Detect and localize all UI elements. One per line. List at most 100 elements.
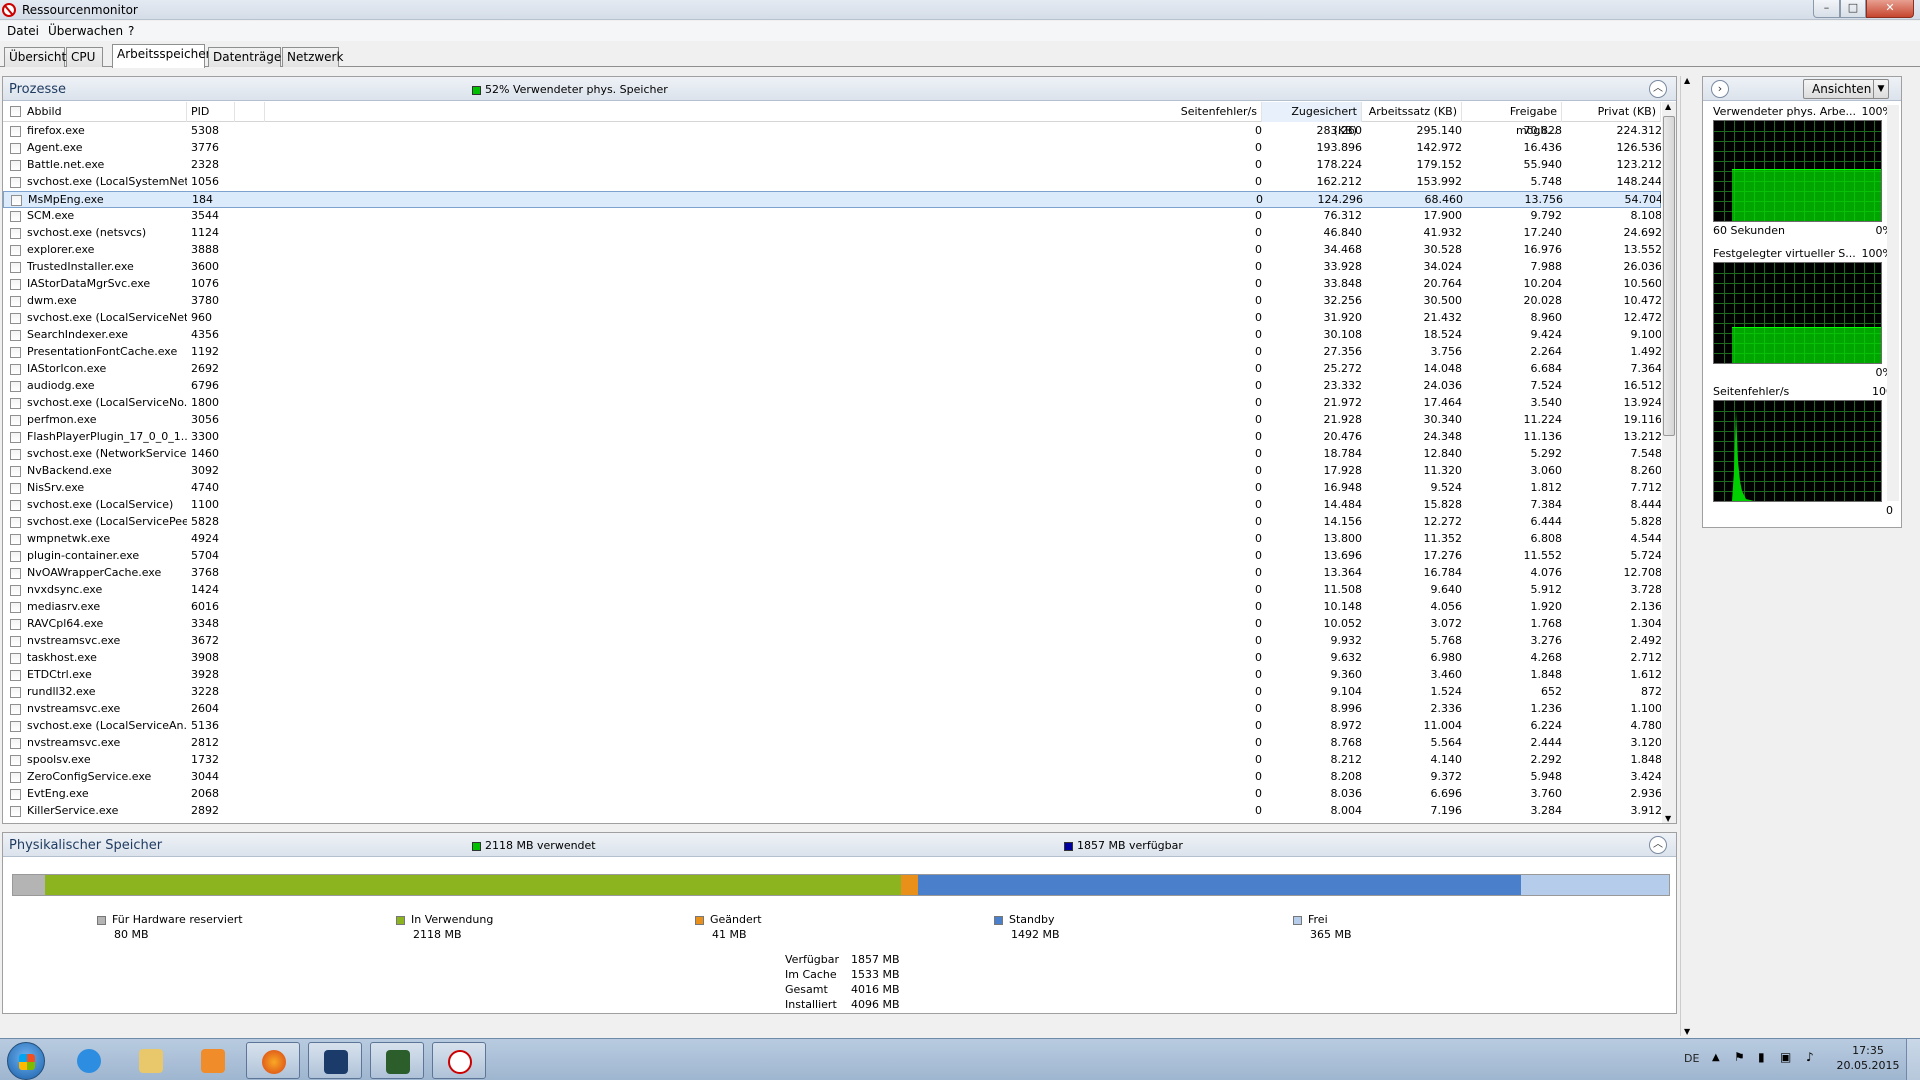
row-checkbox[interactable] [10,500,21,511]
table-row[interactable]: explorer.exe 3888 0 34.468 30.528 16.976 13.55… [3,242,1661,259]
collapse-processes-button[interactable]: ︿ [1649,80,1667,98]
row-checkbox[interactable] [10,789,21,800]
scroll-down-arrow-icon[interactable]: ▼ [1684,1027,1690,1036]
row-checkbox[interactable] [10,296,21,307]
table-row[interactable]: svchost.exe (LocalServiceNet... 960 0 31.92… [3,310,1661,327]
row-checkbox[interactable] [10,313,21,324]
table-row[interactable]: wmpnetwk.exe 4924 0 13.800 11.352 6.808 4.544 [3,531,1661,548]
menu-datei[interactable]: Datei [7,24,39,38]
clock[interactable]: 17:35 20.05.2015 [1836,1044,1900,1072]
row-checkbox[interactable] [10,517,21,528]
row-checkbox[interactable] [10,126,21,137]
table-row[interactable]: svchost.exe (LocalServicePee... 5828 0 14.1… [3,514,1661,531]
tab-cpu[interactable]: CPU [66,47,103,67]
battery-icon[interactable]: ▮ [1758,1050,1765,1064]
show-hidden-icons-icon[interactable]: ▲ [1712,1052,1720,1063]
column-arbeitssatz[interactable]: Arbeitssatz (KB) [1362,102,1462,122]
row-checkbox[interactable] [10,415,21,426]
table-row[interactable]: mediasrv.exe 6016 0 10.148 4.056 1.920 2.136 [3,599,1661,616]
table-row[interactable]: nvstreamsvc.exe 2604 0 8.996 2.336 1.236 1.100 [3,701,1661,718]
table-row[interactable]: svchost.exe (NetworkService) 1460 0 18.784 1… [3,446,1661,463]
taskbar-media-player[interactable] [186,1042,240,1079]
views-dropdown[interactable]: Ansichten ▼ [1803,79,1889,99]
column-freigabe[interactable]: Freigabe mögli... [1462,102,1562,137]
column-pid[interactable]: PID [187,102,235,122]
start-button[interactable] [7,1042,45,1080]
language-indicator[interactable]: DE [1684,1052,1699,1065]
chevron-down-icon[interactable]: ▼ [1873,80,1888,98]
minimize-button[interactable]: – [1813,0,1840,18]
row-checkbox[interactable] [10,211,21,222]
table-row[interactable]: FlashPlayerPlugin_17_0_0_1... 3300 0 20.476… [3,429,1661,446]
expand-pane-button[interactable]: › [1711,80,1729,98]
row-checkbox[interactable] [10,483,21,494]
table-row[interactable]: ZeroConfigService.exe 3044 0 8.208 9.372 5.94… [3,769,1661,786]
menu-ueberwachen[interactable]: Überwachen [48,24,123,38]
table-row[interactable]: audiodg.exe 6796 0 23.332 24.036 7.524 16.512 [3,378,1661,395]
row-checkbox[interactable] [10,177,21,188]
table-row[interactable]: NvOAWrapperCache.exe 3768 0 13.364 16.784 4.0… [3,565,1661,582]
row-checkbox[interactable] [10,670,21,681]
row-checkbox[interactable] [10,738,21,749]
table-row[interactable]: PresentationFontCache.exe 1192 0 27.356 3.75… [3,344,1661,361]
table-row[interactable]: svchost.exe (LocalSystemNet... 1056 0 162.2… [3,174,1661,191]
network-icon[interactable]: ▣ [1780,1050,1791,1064]
row-checkbox[interactable] [10,687,21,698]
row-checkbox[interactable] [10,704,21,715]
table-row[interactable]: NvBackend.exe 3092 0 17.928 11.320 3.060 8.260 [3,463,1661,480]
select-all-checkbox[interactable] [10,106,21,117]
scroll-up-arrow-icon[interactable]: ▲ [1665,102,1671,111]
row-checkbox[interactable] [10,381,21,392]
scroll-up-arrow-icon[interactable]: ▲ [1684,76,1690,85]
column-abbild[interactable]: Abbild [23,102,187,122]
table-row[interactable]: rundll32.exe 3228 0 9.104 1.524 652 872 [3,684,1661,701]
table-row[interactable]: nvstreamsvc.exe 2812 0 8.768 5.564 2.444 3.120 [3,735,1661,752]
column-seitenfehler[interactable]: Seitenfehler/s [265,102,1262,122]
row-checkbox[interactable] [10,602,21,613]
table-row[interactable]: perfmon.exe 3056 0 21.928 30.340 11.224 19.116 [3,412,1661,429]
row-checkbox[interactable] [10,619,21,630]
row-checkbox[interactable] [10,398,21,409]
row-checkbox[interactable] [10,653,21,664]
row-checkbox[interactable] [10,364,21,375]
row-checkbox[interactable] [10,228,21,239]
close-button[interactable]: ✕ [1866,0,1914,18]
row-checkbox[interactable] [10,245,21,256]
menu-help[interactable]: ? [128,24,134,38]
table-row[interactable]: spoolsv.exe 1732 0 8.212 4.140 2.292 1.848 [3,752,1661,769]
physical-memory-header[interactable]: Physikalischer Speicher 2118 MB verwende… [3,833,1676,857]
row-checkbox[interactable] [10,585,21,596]
taskbar-battlenet[interactable] [308,1042,362,1079]
row-checkbox[interactable] [10,330,21,341]
table-row[interactable]: dwm.exe 3780 0 32.256 30.500 20.028 10.472 [3,293,1661,310]
row-checkbox[interactable] [10,772,21,783]
row-checkbox[interactable] [10,449,21,460]
table-row[interactable]: Agent.exe 3776 0 193.896 142.972 16.436 126.53… [3,140,1661,157]
table-row[interactable]: IAStorIcon.exe 2692 0 25.272 14.048 6.684 7.36… [3,361,1661,378]
table-row[interactable]: Battle.net.exe 2328 0 178.224 179.152 55.940 1… [3,157,1661,174]
tab-datentraeger[interactable]: Datenträger [208,47,286,67]
row-checkbox[interactable] [10,636,21,647]
maximize-button[interactable]: □ [1840,0,1866,18]
table-row[interactable]: svchost.exe (LocalService) 1100 0 14.484 15.… [3,497,1661,514]
taskbar-internet-explorer[interactable] [62,1042,116,1079]
right-edge-scrollbar[interactable] [1906,76,1918,1036]
table-row[interactable]: svchost.exe (LocalServiceNo... 1800 0 21.97… [3,395,1661,412]
table-row[interactable]: RAVCpl64.exe 3348 0 10.052 3.072 1.768 1.304 [3,616,1661,633]
taskbar-firefox[interactable] [246,1042,300,1079]
row-checkbox[interactable] [10,432,21,443]
table-row[interactable]: SCM.exe 3544 0 76.312 17.900 9.792 8.108 [3,208,1661,225]
volume-icon[interactable]: ♪ [1806,1050,1814,1064]
table-row[interactable]: KillerService.exe 2892 0 8.004 7.196 3.284 3.9… [3,803,1661,820]
table-row[interactable]: MsMpEng.exe 184 0 124.296 68.460 13.756 54.704 [3,191,1661,208]
row-checkbox[interactable] [10,806,21,817]
graph-pane-scrollbar[interactable] [1887,105,1899,501]
main-scrollbar[interactable]: ▲ ▼ [1680,76,1694,1036]
processes-header[interactable]: Prozesse 52% Verwendeter phys. Speicher … [3,77,1676,101]
tab-netzwerk[interactable]: Netzwerk [282,47,343,67]
row-checkbox[interactable] [10,466,21,477]
taskbar-explorer[interactable] [124,1042,178,1079]
table-row[interactable]: svchost.exe (LocalServiceAn... 5136 0 8.972… [3,718,1661,735]
table-row[interactable]: IAStorDataMgrSvc.exe 1076 0 33.848 20.764 10.… [3,276,1661,293]
process-list-scrollbar[interactable]: ▲ ▼ [1662,102,1676,823]
